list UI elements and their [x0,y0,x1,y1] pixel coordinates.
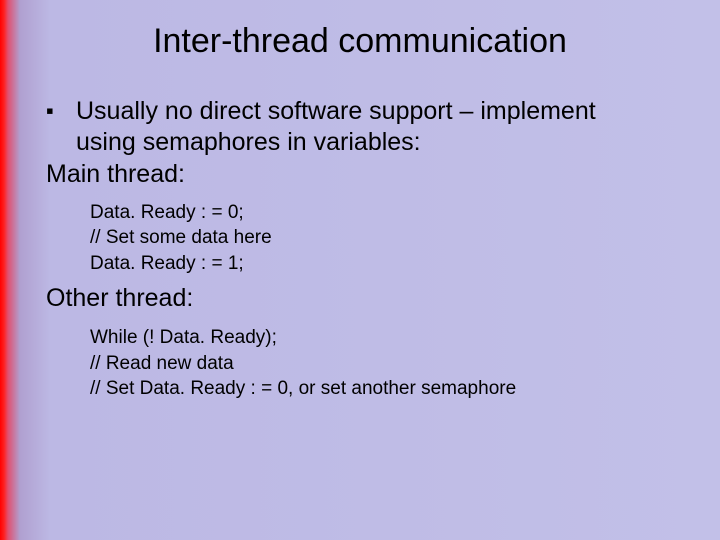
code-line: Data. Ready : = 1; [90,251,690,277]
bullet-line-2: using semaphores in variables: [76,128,421,156]
slide-body: ▪ Usually no direct software support – i… [46,96,690,408]
code-line: Data. Ready : = 0; [90,200,690,226]
bullet-icon: ▪ [46,96,76,127]
bullet-item: ▪ Usually no direct software support – i… [46,96,690,157]
slide-title: Inter-thread communication [0,22,720,61]
other-thread-code: While (! Data. Ready); // Read new data … [90,325,690,402]
bullet-line-1: Usually no direct software support – imp… [76,97,596,125]
code-line: While (! Data. Ready); [90,325,690,351]
other-thread-label: Other thread: [46,282,690,315]
code-line: // Set Data. Ready : = 0, or set another… [90,376,690,402]
code-line: // Read new data [90,351,690,377]
code-line: // Set some data here [90,225,690,251]
bullet-text: Usually no direct software support – imp… [76,96,690,157]
main-thread-code: Data. Ready : = 0; // Set some data here… [90,200,690,277]
main-thread-label: Main thread: [46,159,690,190]
slide: Inter-thread communication ▪ Usually no … [0,0,720,540]
